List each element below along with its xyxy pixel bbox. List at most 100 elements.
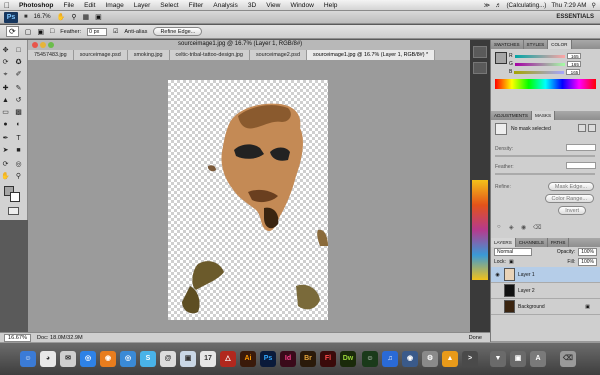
hand-tool-icon[interactable]: ✋ <box>1 172 10 181</box>
ichat-icon[interactable]: ☺ <box>362 351 378 367</box>
color-range-button[interactable]: Color Range... <box>544 194 594 203</box>
pen-tool-icon[interactable]: ✒ <box>1 134 10 143</box>
dodge-tool-icon[interactable]: ◐ <box>14 120 23 129</box>
add-selection-icon[interactable]: ▣ <box>37 28 44 36</box>
arrange-documents-icon[interactable]: ▦ <box>83 13 90 21</box>
illustrator-icon[interactable]: Ai <box>240 351 256 367</box>
current-color-swatch[interactable] <box>495 52 507 64</box>
feather-field-mask[interactable] <box>566 162 596 169</box>
mask-visibility-icon[interactable]: ◉ <box>521 224 526 231</box>
marquee-tool-icon[interactable]: □ <box>14 46 23 55</box>
move-tool-icon[interactable]: ✥ <box>1 46 10 55</box>
hand-tool-icon[interactable]: ✋ <box>57 13 66 21</box>
clock[interactable]: Thu 7:29 AM <box>551 2 586 9</box>
quick-selection-tool-icon[interactable]: ✪ <box>14 58 23 67</box>
workspace-switcher[interactable]: ESSENTIALS <box>556 14 594 20</box>
mail-icon[interactable]: ✉ <box>60 351 76 367</box>
layer-row-2[interactable]: Layer 2 <box>491 283 600 299</box>
zoom-window-icon[interactable] <box>48 42 54 48</box>
ical-icon[interactable]: 17 <box>200 351 216 367</box>
tab-sourceimage1[interactable]: sourceimage1.jpg @ 16.7% (Layer 1, RGB/8… <box>307 50 436 60</box>
menu-window[interactable]: Window <box>285 2 318 9</box>
blue-slider[interactable] <box>514 70 565 74</box>
bridge-icon[interactable]: ■ <box>24 14 28 20</box>
layer-row-1[interactable]: ◉ Layer 1 <box>491 267 600 283</box>
density-slider[interactable] <box>495 155 595 157</box>
battery-status[interactable]: (Calculating...) <box>506 2 546 9</box>
photoshop-icon[interactable]: Ps <box>260 351 276 367</box>
menu-app[interactable]: Photoshop <box>14 2 58 9</box>
color-spectrum-bar[interactable] <box>495 79 596 89</box>
acrobat-icon[interactable]: △ <box>220 351 236 367</box>
documents-stack-icon[interactable]: ▣ <box>510 351 526 367</box>
blend-mode-select[interactable]: Normal <box>494 248 532 256</box>
status-zoom[interactable]: 16.67% <box>4 333 31 342</box>
tab-styles[interactable]: STYLES <box>524 40 549 49</box>
zoom-tool-icon[interactable]: ⚲ <box>71 13 76 21</box>
feather-slider-mask[interactable] <box>495 173 595 175</box>
address-book-icon[interactable]: @ <box>160 351 176 367</box>
tab-75457483[interactable]: 75457483.jpg <box>28 50 74 60</box>
chrome-icon[interactable]: ◎ <box>120 351 136 367</box>
menu-image[interactable]: Image <box>100 2 128 9</box>
new-selection-icon[interactable]: ▢ <box>25 28 32 36</box>
preview-icon[interactable]: ▣ <box>180 351 196 367</box>
applications-stack-icon[interactable]: A <box>530 351 546 367</box>
invert-button[interactable]: Invert <box>558 206 586 215</box>
red-slider[interactable] <box>514 54 565 58</box>
3d-orbit-tool-icon[interactable]: ◎ <box>14 160 23 169</box>
indesign-icon[interactable]: Id <box>280 351 296 367</box>
opacity-field[interactable]: 100% <box>578 248 597 256</box>
layer-row-background[interactable]: Background ▣ <box>491 299 600 315</box>
itunes-icon[interactable]: ♫ <box>382 351 398 367</box>
mask-edge-button[interactable]: Mask Edge... <box>547 182 594 191</box>
flash-icon[interactable]: Fl <box>320 351 336 367</box>
load-selection-icon[interactable]: ○ <box>497 224 501 230</box>
vlc-icon[interactable]: ▲ <box>442 351 458 367</box>
menu-filter[interactable]: Filter <box>184 2 209 9</box>
menu-edit[interactable]: Edit <box>79 2 100 9</box>
canvas-area[interactable] <box>28 60 490 332</box>
safari-icon[interactable]: ◎ <box>80 351 96 367</box>
terminal-icon[interactable]: > <box>462 351 478 367</box>
wifi-icon[interactable]: ≫ <box>484 2 490 9</box>
feather-field[interactable]: 0 px <box>87 27 108 36</box>
dreamweaver-icon[interactable]: Dw <box>340 351 356 367</box>
fill-field[interactable]: 100% <box>578 258 597 266</box>
tab-channels[interactable]: CHANNELS <box>516 238 548 247</box>
bridge-app-icon[interactable]: Br <box>300 351 316 367</box>
clone-stamp-tool-icon[interactable]: ▲ <box>1 96 10 105</box>
red-value[interactable]: 165 <box>566 53 581 59</box>
tab-adjustments[interactable]: ADJUSTMENTS <box>491 111 532 120</box>
menu-help[interactable]: Help <box>319 2 343 9</box>
system-preferences-icon[interactable]: ⚙ <box>422 351 438 367</box>
menu-3d[interactable]: 3D <box>243 2 261 9</box>
green-value[interactable]: 165 <box>566 61 581 67</box>
zoom-level[interactable]: 16.7% <box>34 14 51 20</box>
zoom-tool-icon[interactable]: ⚲ <box>14 172 23 181</box>
menu-view[interactable]: View <box>261 2 285 9</box>
dashboard-icon[interactable]: ◕ <box>40 351 56 367</box>
tab-masks[interactable]: MASKS <box>531 111 556 120</box>
vector-mask-icon[interactable] <box>588 124 596 132</box>
density-field[interactable] <box>566 144 596 151</box>
tab-sourceimage-psd[interactable]: sourceimage.psd <box>73 50 128 60</box>
firefox-icon[interactable]: ◉ <box>100 351 116 367</box>
subtract-selection-icon[interactable]: □ <box>50 28 54 35</box>
trash-icon[interactable]: ⌫ <box>560 351 576 367</box>
menu-analysis[interactable]: Analysis <box>208 2 243 9</box>
menu-file[interactable]: File <box>58 2 79 9</box>
lock-icon[interactable]: ▣ <box>509 259 514 265</box>
3d-rotate-tool-icon[interactable]: ⟳ <box>1 160 10 169</box>
eraser-tool-icon[interactable]: ▭ <box>1 108 10 117</box>
history-brush-tool-icon[interactable]: ↺ <box>14 96 23 105</box>
shape-tool-icon[interactable]: ■ <box>14 146 23 155</box>
history-panel-icon[interactable] <box>473 46 487 58</box>
eyedropper-tool-icon[interactable]: ✐ <box>14 70 23 79</box>
antialias-checkbox[interactable]: ☑ <box>113 28 118 35</box>
background-color-swatch[interactable] <box>10 192 20 202</box>
pixel-mask-icon[interactable] <box>578 124 586 132</box>
quick-mask-icon[interactable] <box>8 207 19 215</box>
lasso-tool-icon[interactable]: ⟳ <box>1 58 10 67</box>
close-window-icon[interactable] <box>32 42 38 48</box>
